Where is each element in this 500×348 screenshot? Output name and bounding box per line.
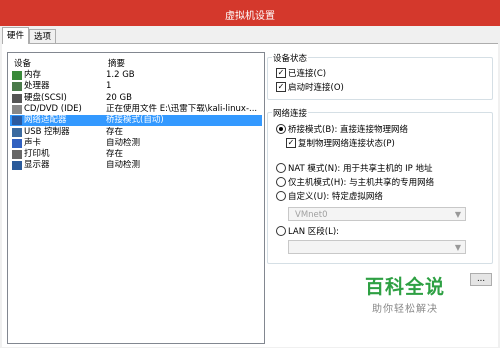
chevron-down-icon: ▼ xyxy=(454,210,461,219)
device-name: 网络适配器 xyxy=(24,115,67,126)
device-name: 内存 xyxy=(24,70,42,80)
printer-icon xyxy=(12,150,22,160)
network-adapter-icon xyxy=(12,116,22,126)
column-summary: 摘要 xyxy=(108,59,126,69)
device-summary: 20 GB xyxy=(106,92,132,103)
connected-label[interactable]: 已连接(C) xyxy=(288,67,326,79)
memory-icon xyxy=(12,71,22,80)
lan-segment-select[interactable]: ▼ xyxy=(288,240,466,254)
replicate-label[interactable]: 复制物理网络连接状态(P) xyxy=(298,137,395,149)
device-list-header: 设备 摘要 xyxy=(12,57,262,69)
device-summary: 桥接模式(自动) xyxy=(106,115,164,126)
device-name: 打印机 xyxy=(24,149,50,160)
watermark-title: 百科全说 xyxy=(365,276,446,298)
device-summary: 存在 xyxy=(106,149,124,160)
device-row[interactable]: 网络适配器 桥接模式(自动) xyxy=(10,115,262,127)
lan-label[interactable]: LAN 区段(L): xyxy=(288,225,339,237)
cd-dvd-icon xyxy=(12,104,22,114)
connect-on-power-label[interactable]: 启动时连接(O) xyxy=(288,81,344,93)
sound-card-icon xyxy=(12,138,22,148)
device-row[interactable]: 打印机 存在 xyxy=(10,149,262,160)
device-name: CD/DVD (IDE) xyxy=(24,103,82,114)
custom-radio[interactable] xyxy=(276,191,286,201)
device-row[interactable]: 声卡 自动检测 xyxy=(10,138,262,149)
device-name: 硬盘(SCSI) xyxy=(24,92,67,103)
device-row[interactable]: CD/DVD (IDE) 正在使用文件 E:\迅雷下载\kali-linux-..… xyxy=(10,104,262,115)
watermark-subtitle: 助你轻松解决 xyxy=(372,304,438,315)
connect-on-power-checkbox[interactable]: ✓ xyxy=(276,82,286,92)
nat-label[interactable]: NAT 模式(N): 用于共享主机的 IP 地址 xyxy=(288,162,433,174)
device-row[interactable]: 内存 1.2 GB xyxy=(10,70,262,81)
tab-hardware[interactable]: 硬件 xyxy=(2,27,30,44)
device-summary: 正在使用文件 E:\迅雷下载\kali-linux-... xyxy=(106,103,258,114)
device-summary: 自动检测 xyxy=(106,137,141,148)
device-name: USB 控制器 xyxy=(24,126,70,137)
network-connection-group: 网络连接 桥接模式(B): 直接连接物理网络 ✓ 复制物理网络连接状态(P) N… xyxy=(267,107,493,264)
host-only-radio[interactable] xyxy=(276,177,286,187)
bridged-radio[interactable] xyxy=(276,124,286,134)
device-summary: 1.2 GB xyxy=(106,70,135,80)
device-status-group: 设备状态 ✓ 已连接(C) ✓ 启动时连接(O) xyxy=(267,52,493,100)
advanced-button[interactable]: ... xyxy=(470,273,492,286)
host-only-label[interactable]: 仅主机模式(H): 与主机共享的专用网络 xyxy=(288,176,434,188)
vmnet-select[interactable]: VMnet0 ▼ xyxy=(288,207,466,221)
bridged-label[interactable]: 桥接模式(B): 直接连接物理网络 xyxy=(288,123,408,135)
tab-options[interactable]: 选项 xyxy=(29,29,57,44)
vmnet-value: VMnet0 xyxy=(295,210,328,220)
device-name: 显示器 xyxy=(24,160,50,171)
tab-strip: 硬件 选项 xyxy=(0,27,500,44)
custom-label[interactable]: 自定义(U): 特定虚拟网络 xyxy=(288,190,383,202)
device-name: 声卡 xyxy=(24,137,42,148)
chevron-down-icon: ▼ xyxy=(454,243,461,252)
monitor-icon xyxy=(12,161,22,171)
window-title: 虚拟机设置 xyxy=(225,11,275,22)
lan-radio[interactable] xyxy=(276,226,286,236)
connected-checkbox[interactable]: ✓ xyxy=(276,68,286,78)
network-connection-label: 网络连接 xyxy=(272,107,309,119)
device-row[interactable]: 硬盘(SCSI) 20 GB xyxy=(10,93,262,104)
cpu-icon xyxy=(12,82,22,92)
title-bar: 虚拟机设置 xyxy=(0,0,500,26)
device-summary: 存在 xyxy=(106,126,124,137)
device-name: 处理器 xyxy=(24,81,50,92)
device-summary: 自动检测 xyxy=(106,160,141,171)
nat-radio[interactable] xyxy=(276,163,286,173)
device-list[interactable]: 设备 摘要 内存 1.2 GB 处理器 1 硬盘(SCSI) 20 GB CD/DVD (I… xyxy=(7,52,265,344)
device-row[interactable]: 处理器 1 xyxy=(10,81,262,92)
device-row[interactable]: USB 控制器 存在 xyxy=(10,127,262,138)
column-device: 设备 xyxy=(14,59,32,69)
usb-icon xyxy=(12,127,22,137)
device-status-label: 设备状态 xyxy=(272,52,309,64)
replicate-checkbox[interactable]: ✓ xyxy=(286,138,296,148)
device-summary: 1 xyxy=(106,81,112,92)
device-row[interactable]: 显示器 自动检测 xyxy=(10,160,262,171)
hard-disk-icon xyxy=(12,93,22,103)
